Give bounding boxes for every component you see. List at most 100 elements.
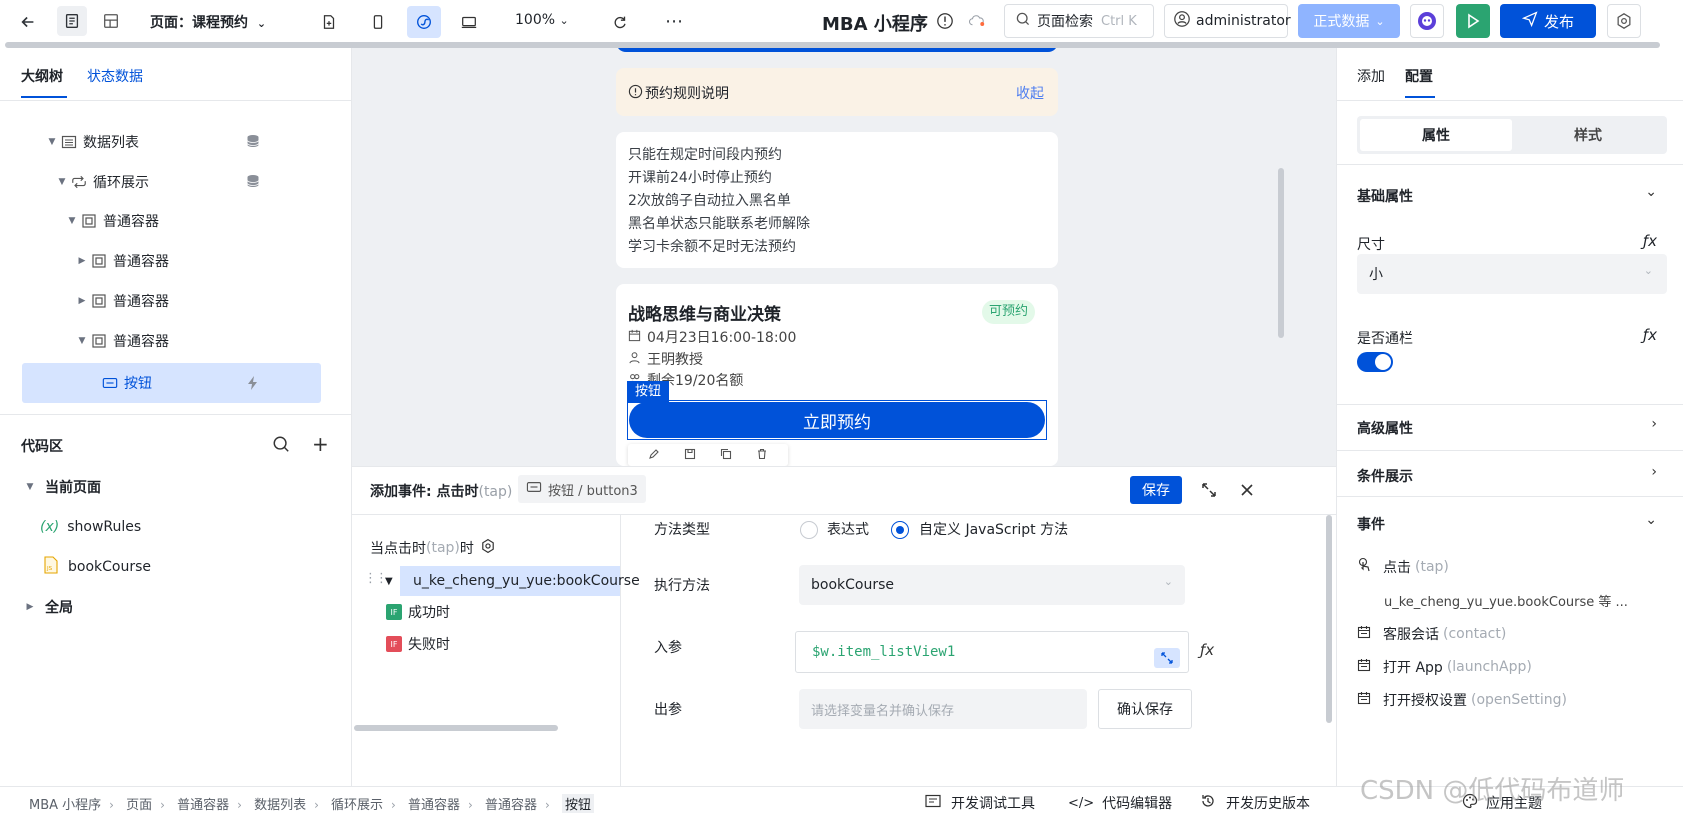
mobile-device-icon[interactable] (364, 8, 392, 36)
breadcrumb-item[interactable]: 普通容器 (408, 794, 460, 813)
page-selector[interactable]: 页面：课程预约 ⌄ (150, 12, 266, 32)
event-save-button[interactable]: 保存 (1130, 476, 1182, 504)
code-item-showrules[interactable]: (x) showRules (0, 512, 350, 542)
caret-down-icon[interactable]: ▼ (385, 576, 393, 587)
caret-down-icon[interactable]: ▼ (67, 216, 77, 226)
breadcrumb-item[interactable]: 数据列表 (254, 794, 306, 813)
data-mode-select[interactable]: 正式数据 ⌄ (1298, 4, 1400, 38)
back-arrow-icon[interactable] (14, 8, 42, 36)
fx-icon[interactable]: ƒx (1643, 326, 1657, 344)
full-width-toggle[interactable] (1357, 352, 1393, 372)
event-open-setting[interactable]: 打开授权设置 (openSetting) (1357, 690, 1567, 710)
segment-properties[interactable]: 属性 (1360, 119, 1512, 151)
tab-add[interactable]: 添加 (1357, 66, 1385, 86)
history-button[interactable]: 开发历史版本 (1200, 793, 1310, 813)
events-title[interactable]: 事件 (1357, 514, 1385, 534)
tree-node-container[interactable]: ▶ 普通容器 (0, 286, 350, 316)
more-icon[interactable]: ⋯ (660, 8, 688, 36)
settings-gear-icon[interactable] (1607, 4, 1641, 38)
book-now-button[interactable]: 立即预约 (629, 402, 1045, 438)
user-menu[interactable]: administrator (1164, 4, 1291, 38)
input-params-editor[interactable]: $w.item_listView1 (795, 631, 1189, 673)
expand-editor-icon[interactable] (1154, 648, 1180, 668)
search-icon[interactable] (272, 435, 290, 457)
layout-view-icon[interactable] (96, 6, 126, 36)
tree-node-data-list[interactable]: ▼ 数据列表 (0, 127, 350, 157)
confirm-save-button[interactable]: 确认保存 (1098, 689, 1192, 729)
tree-node-container[interactable]: ▶ 普通容器 (0, 246, 350, 276)
radio-expression[interactable] (800, 521, 818, 539)
ai-assistant-icon[interactable] (1410, 4, 1444, 38)
chevron-down-icon[interactable]: ⌄ (1645, 512, 1657, 528)
event-contact[interactable]: 客服会话 (contact) (1357, 624, 1506, 644)
canvas-scrollbar[interactable] (1278, 168, 1284, 338)
copy-icon[interactable] (720, 448, 732, 464)
size-select[interactable]: 小 ⌄ (1357, 254, 1667, 294)
tree-node-container[interactable]: ▼ 普通容器 (0, 206, 350, 236)
edit-icon[interactable] (648, 448, 660, 464)
add-icon[interactable]: + (312, 434, 329, 454)
preview-play-icon[interactable] (1456, 4, 1490, 38)
dev-tools-button[interactable]: 开发调试工具 (925, 793, 1035, 813)
caret-right-icon[interactable]: ▶ (77, 256, 87, 266)
success-branch[interactable]: IF 成功时 (386, 602, 450, 622)
chevron-down-icon[interactable]: ⌄ (1645, 184, 1657, 200)
event-tap[interactable]: 点击 (tap) (1357, 557, 1449, 577)
refresh-icon[interactable] (606, 8, 634, 36)
tree-node-loop[interactable]: ▼ 循环展示 (0, 167, 350, 197)
caret-right-icon[interactable]: ▶ (77, 296, 87, 306)
fx-icon[interactable]: ƒx (1643, 232, 1657, 250)
code-group-global[interactable]: ▶ 全局 (0, 592, 350, 622)
caret-down-icon[interactable]: ▼ (25, 482, 35, 492)
chevron-right-icon[interactable]: › (1651, 464, 1657, 480)
radio-custom-js-label[interactable]: 自定义 JavaScript 方法 (919, 519, 1068, 539)
tree-node-container[interactable]: ▼ 普通容器 (0, 326, 350, 356)
radio-custom-js[interactable] (891, 521, 909, 539)
code-editor-button[interactable]: </> 代码编辑器 (1068, 793, 1172, 813)
tab-config[interactable]: 配置 (1405, 66, 1433, 86)
basic-props-title[interactable]: 基础属性 (1357, 186, 1413, 206)
advanced-props-title[interactable]: 高级属性 (1357, 418, 1413, 438)
tree-node-button[interactable]: 按钮 (0, 368, 350, 398)
settings-gear-icon[interactable] (480, 538, 496, 558)
desktop-device-icon[interactable] (454, 8, 484, 36)
tab-outline[interactable]: 大纲树 (21, 66, 63, 86)
caret-down-icon[interactable]: ▼ (47, 137, 57, 147)
chevron-right-icon[interactable]: › (1651, 416, 1657, 432)
exec-method-select[interactable]: bookCourse ⌄ (799, 565, 1185, 605)
breadcrumb-item[interactable]: 普通容器 (485, 794, 537, 813)
event-tree-scrollbar[interactable] (354, 725, 558, 731)
close-icon[interactable] (1238, 481, 1256, 503)
caret-down-icon[interactable]: ▼ (77, 336, 87, 346)
fx-icon[interactable]: ƒx (1200, 641, 1214, 659)
lightning-icon[interactable] (246, 375, 260, 395)
drag-handle-icon[interactable]: ⋮⋮ (364, 571, 388, 586)
event-launch-app[interactable]: 打开 App (launchApp) (1357, 657, 1532, 677)
breadcrumb-item[interactable]: MBA 小程序 (29, 794, 101, 813)
caret-right-icon[interactable]: ▶ (25, 602, 35, 612)
event-tap-action-summary[interactable]: u_ke_cheng_yu_yue.bookCourse 等 ... (1384, 591, 1628, 610)
caret-down-icon[interactable]: ▼ (57, 177, 67, 187)
code-group-current-page[interactable]: ▼ 当前页面 (0, 472, 350, 502)
breadcrumb-item[interactable]: 循环展示 (331, 794, 383, 813)
conditional-display-title[interactable]: 条件展示 (1357, 466, 1413, 486)
output-params-input[interactable]: 请选择变量名并确认保存 (799, 689, 1087, 729)
expand-icon[interactable] (1200, 481, 1218, 503)
breadcrumb-item-current[interactable]: 按钮 (561, 794, 594, 813)
info-icon[interactable] (934, 10, 956, 32)
miniprogram-device-icon[interactable] (407, 6, 441, 38)
tab-state-data[interactable]: 状态数据 (87, 66, 143, 86)
zoom-select[interactable]: 100% ⌄ (515, 12, 569, 28)
outline-view-icon[interactable] (57, 6, 87, 36)
cloud-sync-icon[interactable] (964, 10, 990, 32)
delete-icon[interactable] (756, 448, 768, 464)
radio-expression-label[interactable]: 表达式 (827, 519, 869, 539)
save-icon[interactable] (684, 448, 696, 464)
publish-button[interactable]: 发布 (1500, 4, 1596, 38)
segment-styles[interactable]: 样式 (1512, 119, 1664, 151)
breadcrumb-item[interactable]: 普通容器 (177, 794, 229, 813)
event-action-item[interactable]: u_ke_cheng_yu_yue:bookCourse (400, 566, 640, 596)
event-form-scrollbar[interactable] (1326, 515, 1332, 723)
collapse-link[interactable]: 收起 (1016, 83, 1044, 103)
add-page-icon[interactable] (315, 8, 343, 36)
